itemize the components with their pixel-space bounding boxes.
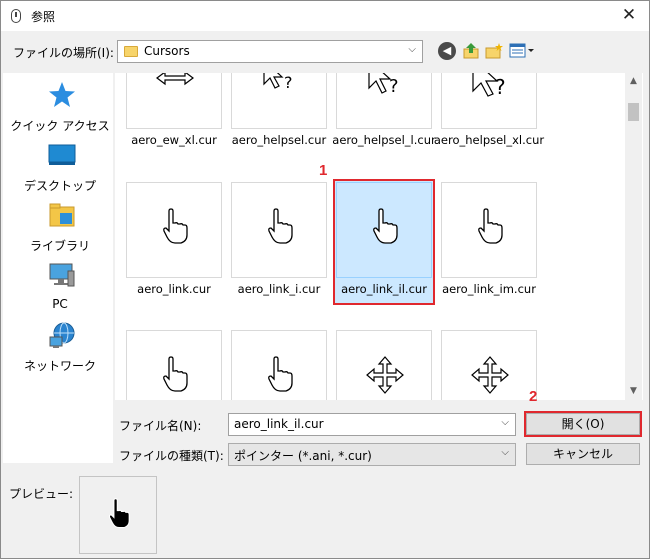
chevron-down-icon[interactable]: ⌵ xyxy=(501,447,509,458)
help-cursor-xl-icon: ? xyxy=(472,73,506,98)
mouse-icon xyxy=(11,9,21,23)
link-hand-cursor-icon xyxy=(478,208,503,244)
sidebar-item-label: ライブラリ xyxy=(29,239,90,253)
sidebar-item-pc[interactable]: PC xyxy=(3,261,113,317)
folder-icon xyxy=(124,46,138,57)
callout-number-1: 1 xyxy=(319,162,328,179)
location-value: Cursors xyxy=(144,44,190,58)
help-cursor-icon: ? xyxy=(263,73,293,92)
sidebar-item-desktop[interactable]: デスクトップ xyxy=(3,141,113,197)
resize-ew-cursor-icon xyxy=(156,73,194,86)
filename-input[interactable]: aero_link_il.cur ⌵ xyxy=(228,413,516,436)
cancel-button[interactable]: キャンセル xyxy=(526,443,640,465)
selection-callout-box xyxy=(333,179,435,305)
window-title: 参照 xyxy=(31,10,56,24)
svg-text:?: ? xyxy=(495,75,506,98)
star-icon xyxy=(49,82,75,107)
sidebar-item-network[interactable]: ネットワーク xyxy=(3,321,113,377)
link-hand-cursor-icon xyxy=(268,208,293,244)
link-hand-cursor-icon xyxy=(268,356,293,392)
sidebar-item-label: クイック アクセス xyxy=(10,119,110,133)
file-thumbnail xyxy=(126,330,222,400)
vertical-scrollbar[interactable]: ▲ ▼ xyxy=(625,73,642,400)
filetype-label: ファイルの種類(T): xyxy=(119,449,224,463)
file-thumbnail xyxy=(441,182,537,278)
file-thumbnail: ? xyxy=(336,73,432,129)
scroll-up-icon[interactable]: ▲ xyxy=(625,73,642,90)
file-thumbnail: ? xyxy=(441,73,537,129)
preview-label: プレビュー: xyxy=(9,487,74,501)
move-cursor-icon xyxy=(471,356,509,394)
library-icon xyxy=(49,203,75,227)
desktop-icon xyxy=(48,144,76,165)
file-name: aero_link_i.cur xyxy=(237,282,321,296)
filetype-value: ポインター (*.ani, *.cur) xyxy=(234,449,372,463)
open-callout-box xyxy=(524,411,642,437)
callout-number-2: 2 xyxy=(529,388,538,405)
close-button[interactable]: ✕ xyxy=(609,1,649,31)
network-icon xyxy=(49,322,75,348)
move-cursor-icon xyxy=(366,356,404,394)
places-sidebar: クイック アクセス デスクトップ ライブラリ PC ネットワーク xyxy=(3,73,113,463)
file-list-view[interactable]: aero_ew_xl.cur ? aero_helpsel.cur ? aero… xyxy=(115,73,643,400)
scrollbar-thumb[interactable] xyxy=(628,103,639,121)
file-thumbnail xyxy=(336,330,432,400)
file-thumbnail xyxy=(441,330,537,400)
preview-pane xyxy=(79,476,157,554)
file-thumbnail xyxy=(231,182,327,278)
file-name: aero_helpsel_xl.cur xyxy=(433,133,545,147)
file-name: aero_ew_xl.cur xyxy=(131,133,217,147)
sidebar-item-label: ネットワーク xyxy=(23,359,96,373)
view-menu-icon[interactable] xyxy=(509,42,535,60)
title-bar: 参照 ✕ xyxy=(1,1,649,31)
up-folder-icon[interactable] xyxy=(462,42,480,60)
svg-text:?: ? xyxy=(284,73,293,92)
svg-text:?: ? xyxy=(389,76,399,97)
sidebar-item-quick-access[interactable]: クイック アクセス xyxy=(3,81,113,137)
file-thumbnail xyxy=(231,330,327,400)
chevron-down-icon[interactable]: ⌵ xyxy=(408,44,416,55)
sidebar-item-label: PC xyxy=(52,297,68,311)
link-hand-cursor-icon xyxy=(108,498,130,529)
help-cursor-large-icon: ? xyxy=(368,73,399,97)
file-name: aero_link_im.cur xyxy=(442,282,536,296)
file-thumbnail xyxy=(126,73,222,129)
open-file-dialog: 参照 ✕ ファイルの場所(I): Cursors ⌵ ◀ クイック アクセス デ… xyxy=(0,0,650,559)
link-hand-cursor-icon xyxy=(163,208,188,244)
file-name: aero_helpsel_l.cur xyxy=(332,133,436,147)
new-folder-icon[interactable] xyxy=(485,42,503,60)
filename-value: aero_link_il.cur xyxy=(234,417,324,431)
file-thumbnail xyxy=(126,182,222,278)
filetype-select[interactable]: ポインター (*.ani, *.cur) ⌵ xyxy=(228,443,516,466)
filename-label: ファイル名(N): xyxy=(119,419,202,433)
file-name: aero_helpsel.cur xyxy=(231,133,327,147)
file-name: aero_link.cur xyxy=(137,282,211,296)
location-combo[interactable]: Cursors ⌵ xyxy=(117,40,423,63)
pc-icon xyxy=(49,263,75,287)
back-icon[interactable]: ◀ xyxy=(438,42,456,60)
sidebar-item-label: デスクトップ xyxy=(23,179,96,193)
chevron-down-icon[interactable]: ⌵ xyxy=(501,417,509,428)
file-thumbnail: ? xyxy=(231,73,327,129)
sidebar-item-library[interactable]: ライブラリ xyxy=(3,201,113,257)
link-hand-cursor-icon xyxy=(163,356,188,392)
location-label: ファイルの場所(I): xyxy=(13,46,114,60)
scroll-down-icon[interactable]: ▼ xyxy=(625,383,642,400)
